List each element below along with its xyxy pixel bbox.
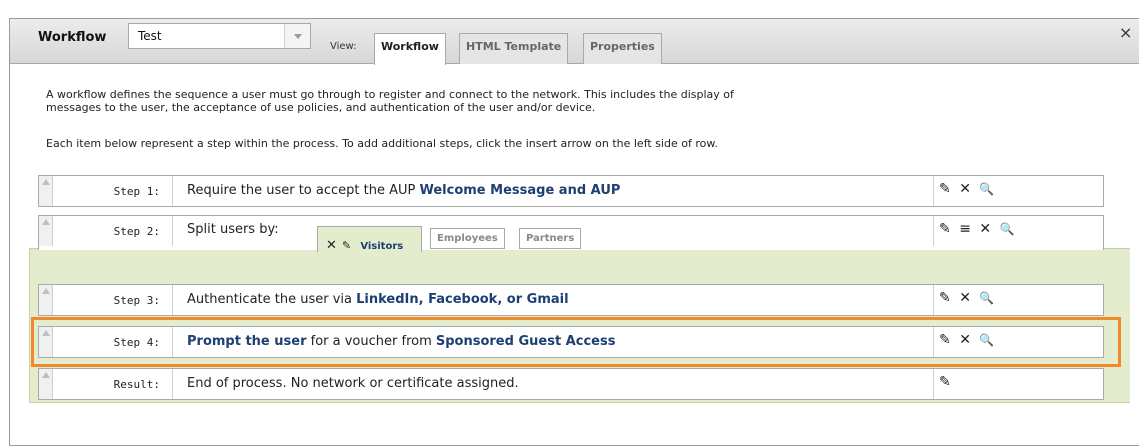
result-label: Result:: [53, 369, 173, 399]
search-icon[interactable]: 🔍: [1000, 222, 1015, 236]
delete-icon[interactable]: ✕: [979, 221, 991, 237]
step-row-2: Step 2: Split users by: ✕ ✎ Visitors Emp…: [38, 215, 1104, 253]
search-icon[interactable]: 🔍: [979, 291, 994, 305]
tab-html-template[interactable]: HTML Template: [459, 33, 569, 64]
step-text: Authenticate the user via: [187, 292, 357, 307]
step-actions: ✎ ≡ ✕ 🔍: [933, 216, 1019, 246]
insert-arrow-icon[interactable]: [39, 369, 53, 399]
step-label: Step 2:: [53, 216, 173, 246]
step-actions: ✎ ✕ 🔍: [933, 285, 998, 315]
step-link[interactable]: Welcome Message and AUP: [419, 183, 620, 198]
list-icon[interactable]: ≡: [959, 221, 971, 237]
window-title: Workflow: [38, 30, 107, 45]
step-content: Split users by:: [187, 222, 279, 237]
tab-workflow[interactable]: Workflow: [374, 33, 446, 65]
split-tab-employees[interactable]: Employees: [430, 228, 505, 249]
view-label: View:: [330, 41, 357, 52]
split-tab-label: Visitors: [360, 241, 404, 252]
step-row-1: Step 1: Require the user to accept the A…: [38, 175, 1104, 207]
step-text: Split users by:: [187, 222, 279, 237]
step-text: Require the user to accept the AUP: [187, 183, 420, 198]
insert-arrow-icon[interactable]: [39, 216, 53, 246]
split-tab-partners[interactable]: Partners: [519, 228, 582, 249]
step-label: Step 1:: [53, 176, 173, 206]
result-row: Result: End of process. No network or ce…: [38, 368, 1104, 400]
description-line-2: messages to the user, the acceptance of …: [46, 101, 596, 114]
split-tab-visitors[interactable]: ✕ ✎ Visitors: [317, 226, 422, 253]
delete-icon[interactable]: ✕: [959, 181, 971, 197]
insert-arrow-icon[interactable]: [39, 285, 53, 315]
step-link[interactable]: LinkedIn, Facebook, or Gmail: [356, 292, 568, 307]
step-label: Step 3:: [53, 285, 173, 315]
workflow-select[interactable]: Test: [128, 23, 311, 49]
step-content: Authenticate the user via LinkedIn, Face…: [187, 292, 569, 307]
insert-arrow-icon[interactable]: [39, 176, 53, 206]
delete-icon[interactable]: ✕: [326, 238, 337, 253]
edit-icon[interactable]: ✎: [939, 181, 951, 197]
tab-properties[interactable]: Properties: [583, 33, 662, 64]
search-icon[interactable]: 🔍: [979, 182, 994, 196]
step-content: Require the user to accept the AUP Welco…: [187, 183, 620, 198]
edit-icon[interactable]: ✎: [342, 239, 351, 252]
description-line-1: A workflow defines the sequence a user m…: [46, 88, 734, 101]
edit-icon[interactable]: ✎: [939, 374, 951, 390]
chevron-down-icon[interactable]: [284, 24, 310, 48]
step-row-3: Step 3: Authenticate the user via Linked…: [38, 284, 1104, 316]
delete-icon[interactable]: ✕: [959, 290, 971, 306]
close-icon[interactable]: ×: [1119, 23, 1132, 42]
step-actions: ✎ ✕ 🔍: [933, 176, 998, 206]
result-actions: ✎: [933, 369, 955, 399]
highlight-box: [31, 317, 1121, 367]
title-bar: Workflow Test View: Workflow HTML Templa…: [10, 19, 1139, 65]
edit-icon[interactable]: ✎: [939, 221, 951, 237]
workflow-select-value: Test: [138, 29, 162, 43]
description-line-3: Each item below represent a step within …: [46, 137, 718, 150]
result-content: End of process. No network or certificat…: [187, 376, 519, 391]
edit-icon[interactable]: ✎: [939, 290, 951, 306]
